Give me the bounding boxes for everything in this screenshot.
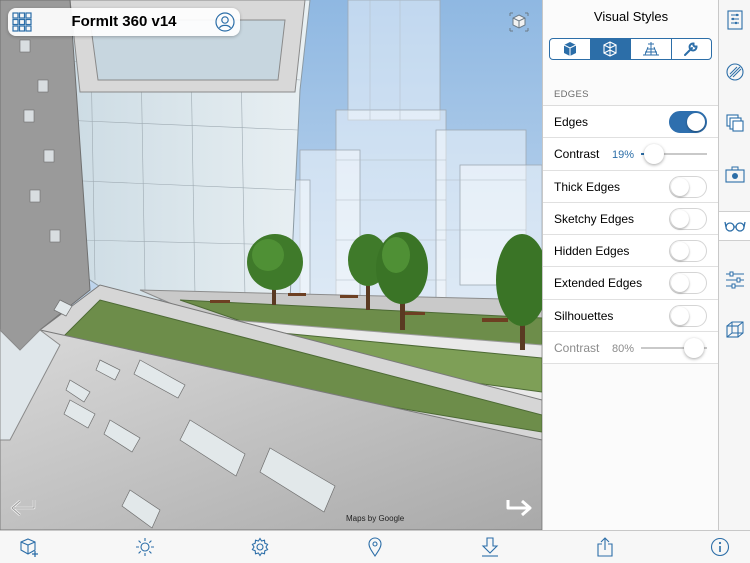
maps-credit: Maps by Google <box>346 514 405 523</box>
row-contrast: Contrast 19% <box>543 138 719 171</box>
row-label: Hidden Edges <box>554 244 630 259</box>
sun-shadows-button[interactable] <box>134 536 156 558</box>
rail-materials-button[interactable] <box>719 57 750 87</box>
rail-visual-styles-button[interactable] <box>719 211 750 241</box>
info-icon <box>710 537 730 557</box>
wireframe-cube-icon <box>603 41 617 57</box>
redo-arrow-icon <box>506 499 532 517</box>
location-button[interactable] <box>364 536 386 558</box>
rail-layers-button[interactable] <box>719 108 750 138</box>
rail-properties-button[interactable] <box>719 5 750 35</box>
location-pin-icon <box>368 537 382 557</box>
row-label: Extended Edges <box>554 276 643 291</box>
city-scene <box>0 0 542 530</box>
contrast-value: 19% <box>612 149 635 162</box>
user-icon <box>215 12 235 32</box>
contrast-slider[interactable] <box>641 144 707 165</box>
visual-style-tabs <box>549 38 712 60</box>
row-silhouettes: Silhouettes <box>543 300 719 333</box>
3d-viewport[interactable]: FormIt 360 v14 Maps by Google <box>0 0 542 530</box>
settings-gear-icon <box>251 537 269 557</box>
rail-settings-sliders-button[interactable] <box>719 265 750 295</box>
row-label: Contrast <box>554 147 600 162</box>
undo-arrow-icon <box>10 500 36 516</box>
tab-settings[interactable] <box>672 39 712 59</box>
view-cube-icon <box>509 12 529 32</box>
tool-palette-rail <box>718 0 750 530</box>
visual-styles-panel: Visual Styles EDGES Edges Contrast 19% T… <box>542 0 719 530</box>
row-hidden-edges: Hidden Edges <box>543 235 719 268</box>
visual-styles-glasses-icon <box>724 221 746 232</box>
undo-button[interactable] <box>6 496 38 518</box>
hidden-edges-toggle[interactable] <box>669 240 707 263</box>
silhouette-contrast-slider[interactable] <box>641 338 707 359</box>
tab-ground-plane[interactable] <box>631 39 672 59</box>
add-cube-icon <box>20 538 38 557</box>
settings-button[interactable] <box>249 536 271 558</box>
settings-sliders-icon <box>726 271 744 289</box>
slider-knob[interactable] <box>683 338 704 359</box>
edges-toggle[interactable] <box>669 111 707 133</box>
row-extended-edges: Extended Edges <box>543 267 719 300</box>
silhouettes-toggle[interactable] <box>669 304 707 327</box>
tab-shaded[interactable] <box>550 39 591 59</box>
silhouette-contrast-value: 80% <box>612 343 635 356</box>
material-paint-icon <box>726 63 744 81</box>
scenes-camera-icon <box>725 166 745 183</box>
import-button[interactable] <box>479 536 501 558</box>
row-silhouette-contrast: Contrast 80% <box>543 332 719 365</box>
row-label: Contrast <box>554 341 600 356</box>
bottom-toolbar <box>0 530 750 563</box>
sketchy-edges-toggle[interactable] <box>669 207 707 230</box>
menu-grid-button[interactable] <box>12 12 32 32</box>
rail-scenes-button[interactable] <box>719 160 750 190</box>
row-label: Sketchy Edges <box>554 211 635 226</box>
tab-wireframe[interactable] <box>590 39 631 59</box>
share-export-button[interactable] <box>594 536 616 558</box>
app-title: FormIt 360 v14 <box>71 13 177 30</box>
edges-settings-list: Edges Contrast 19% Thick Edges Sketchy E… <box>543 105 719 365</box>
row-label: Silhouettes <box>554 308 614 323</box>
row-label: Thick Edges <box>554 179 621 194</box>
ground-grid-icon <box>642 42 659 56</box>
add-geometry-button[interactable] <box>18 536 40 558</box>
properties-list-icon <box>727 10 743 30</box>
import-download-icon <box>481 537 499 557</box>
title-bar: FormIt 360 v14 <box>8 8 240 36</box>
rail-groups-button[interactable] <box>719 315 750 345</box>
slider-knob[interactable] <box>643 144 664 165</box>
info-button[interactable] <box>709 536 731 558</box>
panel-title: Visual Styles <box>593 9 669 24</box>
layers-icon <box>726 114 744 132</box>
sun-icon <box>136 538 154 556</box>
wrench-icon <box>684 42 698 56</box>
grid-icon <box>12 12 32 32</box>
extended-edges-toggle[interactable] <box>669 272 707 295</box>
row-label: Edges <box>554 115 589 129</box>
section-label-edges: EDGES <box>554 89 589 100</box>
user-account-button[interactable] <box>215 12 235 32</box>
view-cube-button[interactable] <box>509 12 529 32</box>
thick-edges-toggle[interactable] <box>669 175 707 198</box>
redo-button[interactable] <box>504 496 536 518</box>
row-thick-edges: Thick Edges <box>543 171 719 203</box>
row-sketchy-edges: Sketchy Edges <box>543 203 719 236</box>
row-edges: Edges <box>543 106 719 139</box>
share-export-icon <box>597 537 613 557</box>
solid-cube-icon <box>563 42 576 56</box>
groups-cube-icon <box>726 321 744 338</box>
